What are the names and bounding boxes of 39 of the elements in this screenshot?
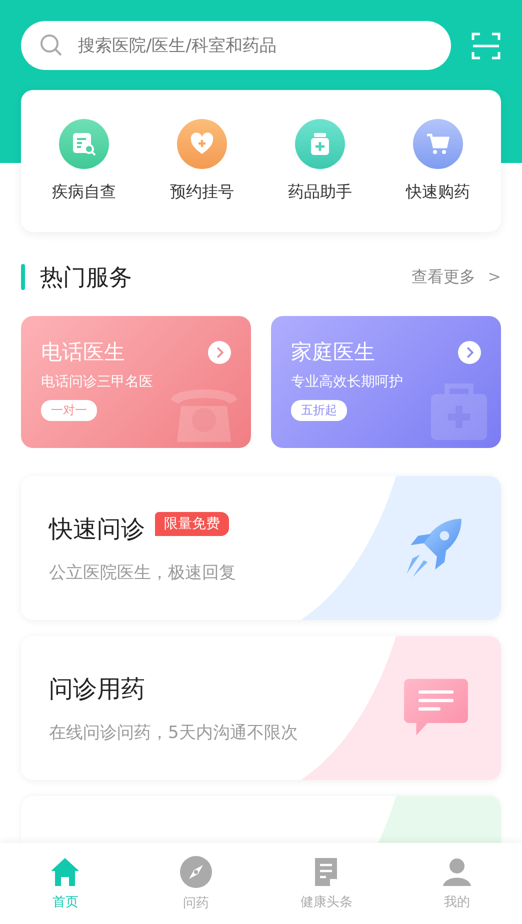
promo-badge: 限量免费 <box>155 512 229 536</box>
card-title: 家庭医生 <box>291 339 375 366</box>
feature-title: 问诊用药 <box>49 674 145 704</box>
scan-icon[interactable] <box>471 30 501 60</box>
feature-subtitle: 公立医院医生，极速回复 <box>49 562 237 584</box>
search-icon <box>39 33 63 57</box>
tab[interactable]: 我的 <box>406 856 507 910</box>
card-subtitle: 专业高效长期呵护 <box>291 373 403 391</box>
view-more-link[interactable]: 查看更多 > <box>412 266 501 288</box>
feature-card[interactable] <box>21 796 501 843</box>
feature-card[interactable]: 问诊用药 在线问诊问药，5天内沟通不限次 <box>21 636 501 780</box>
cart-icon <box>425 131 451 157</box>
heart-icon <box>189 131 215 157</box>
tab[interactable]: 首页 <box>15 856 116 910</box>
quick-service-item[interactable]: 预约挂号 <box>147 119 257 203</box>
card-tag: 五折起 <box>291 400 347 421</box>
card-title: 电话医生 <box>41 339 125 366</box>
home-icon <box>50 856 80 886</box>
service-card[interactable]: 电话医生 电话问诊三甲名医 一对一 <box>21 316 251 448</box>
feature-card[interactable]: 快速问诊 限量免费 公立医院医生，极速回复 <box>21 476 501 620</box>
compass-icon <box>180 856 212 888</box>
chevron-right-icon <box>458 340 481 364</box>
card-subtitle: 电话问诊三甲名医 <box>41 373 153 391</box>
service-card[interactable]: 家庭医生 专业高效长期呵护 五折起 <box>271 316 501 448</box>
medical-kit-icon <box>429 382 489 442</box>
section-title: 热门服务 <box>40 264 133 292</box>
search-field[interactable]: 搜索医院/医生/科室和药品 <box>21 21 451 70</box>
quick-service-item[interactable]: 疾病自查 <box>29 119 139 203</box>
feature-title: 快速问诊 <box>49 514 145 544</box>
tab[interactable]: 健康头条 <box>276 856 376 910</box>
chevron-right-icon <box>208 340 231 364</box>
feature-subtitle: 在线问诊问药，5天内沟通不限次 <box>49 722 299 744</box>
card-tag: 一对一 <box>41 400 97 421</box>
search-document-icon <box>71 131 97 157</box>
document-icon <box>313 856 340 886</box>
tab[interactable]: 问药 <box>146 856 246 912</box>
quick-service-item[interactable]: 快速购药 <box>383 119 493 203</box>
quick-service-item[interactable]: 药品助手 <box>265 119 375 203</box>
user-icon <box>442 856 472 886</box>
